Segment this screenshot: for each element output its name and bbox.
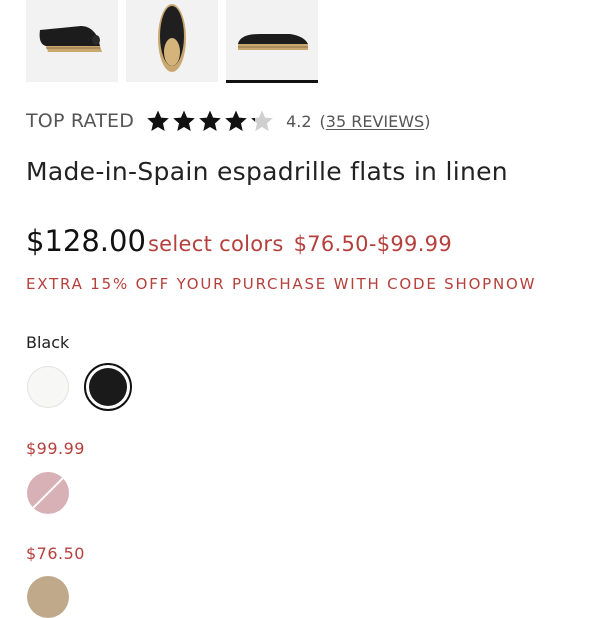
promo-banner: EXTRA 15% OFF YOUR PURCHASE WITH CODE SH… xyxy=(26,275,537,293)
shoe-image xyxy=(238,34,308,50)
top-rated-label: TOP RATED xyxy=(26,110,135,132)
sale-price-range: $76.50-$99.99 xyxy=(293,232,452,256)
list-price: $128.00 xyxy=(26,224,146,258)
rating-value: 4.2 xyxy=(286,111,312,131)
thumbnail-top-view[interactable] xyxy=(126,0,218,82)
select-colors-label: select colors xyxy=(147,232,284,256)
selected-color-label: Black xyxy=(26,333,70,352)
swatch-group-price: $76.50 xyxy=(26,544,85,563)
product-title: Made-in-Spain espadrille flats in linen xyxy=(26,157,508,186)
shoe-image xyxy=(158,4,186,72)
rating-row: TOP RATED 4.2 (35 REVIEWS) xyxy=(26,108,430,134)
stars-icon xyxy=(147,110,273,131)
reviews-link[interactable]: (35 REVIEWS) xyxy=(320,112,431,131)
color-swatch-tan[interactable] xyxy=(27,576,69,618)
swatch-group-price: $99.99 xyxy=(26,439,85,458)
shoe-image xyxy=(39,26,102,52)
price-row: $128.00 select colors $76.50-$99.99 xyxy=(26,224,452,258)
reviews-count[interactable]: 35 REVIEWS xyxy=(326,112,424,131)
star-rating xyxy=(146,108,278,134)
thumbnail-selected-indicator xyxy=(226,80,318,83)
unavailable-strike xyxy=(29,474,67,512)
thumbnail-side-view[interactable] xyxy=(26,0,118,82)
color-swatch-pink[interactable] xyxy=(27,472,69,514)
swatch-fill xyxy=(89,368,127,406)
thumbnail-profile-view[interactable] xyxy=(226,0,318,82)
color-swatch-black[interactable] xyxy=(84,363,132,411)
color-swatch-white[interactable] xyxy=(27,366,69,408)
